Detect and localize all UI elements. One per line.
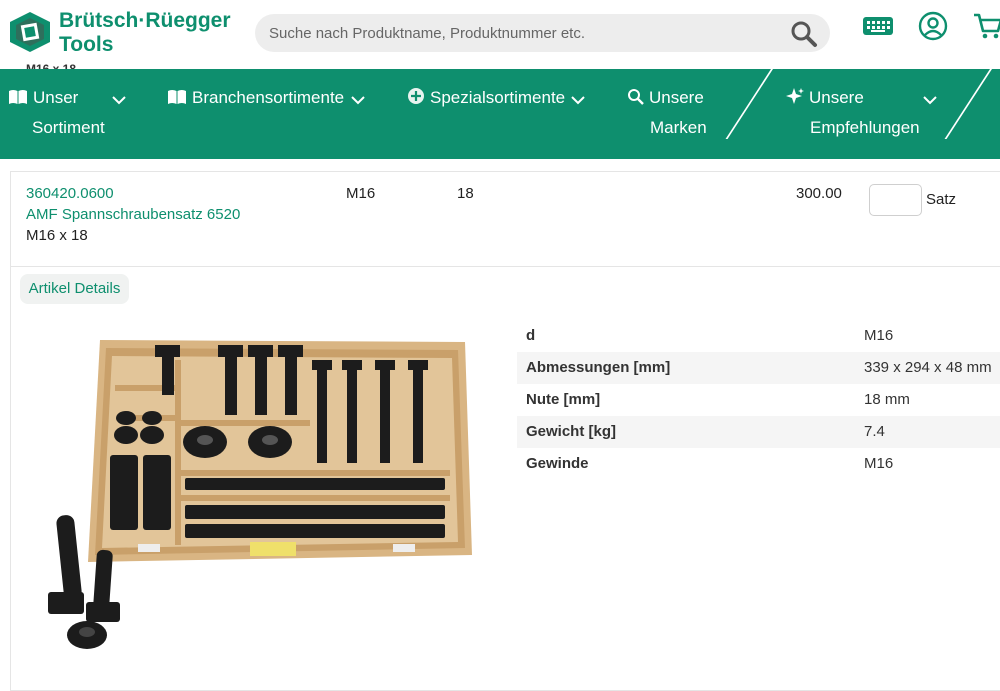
product-name-link[interactable]: AMF Spannschraubensatz 6520 <box>26 206 240 223</box>
product-size: M16 x 18 <box>26 227 88 244</box>
nav-item-sortiment[interactable]: Unser Sortiment <box>8 84 105 142</box>
product-number-link[interactable]: 360420.0600 <box>26 185 114 202</box>
keyboard-icon[interactable] <box>862 14 894 38</box>
nav-label-line1: Spezialsortimente <box>430 88 566 107</box>
nav-label-line1: Unsere <box>649 88 704 107</box>
product-thread: M16 <box>346 185 376 202</box>
spec-value: 339 x 294 x 48 mm <box>864 359 992 376</box>
product-price: 300.00 <box>796 185 842 202</box>
spec-value: 7.4 <box>864 423 885 440</box>
nav-item-marken[interactable]: Unsere Marken <box>627 84 707 142</box>
logo-icon[interactable] <box>8 10 52 54</box>
brand-line-1: Brütsch·Rüegger <box>59 9 231 32</box>
spec-row: Gewinde M16 <box>517 448 1000 480</box>
user-icon[interactable] <box>918 11 948 41</box>
nav-label-line2: Marken <box>650 118 707 137</box>
quantity-input[interactable] <box>869 184 922 216</box>
nav-divider <box>725 69 773 139</box>
spec-key: d <box>526 327 536 344</box>
spec-key: Nute [mm] <box>526 391 601 408</box>
nav-item-branchensortimente[interactable]: Branchensortimente <box>167 84 344 114</box>
search-input[interactable] <box>269 14 769 52</box>
chevron-down-icon[interactable] <box>571 95 585 105</box>
nav-label-line1: Unser <box>33 88 79 107</box>
nav-label-line2: Empfehlungen <box>810 118 920 137</box>
book-icon <box>167 86 187 114</box>
nav-item-empfehlungen[interactable]: Unsere Empfehlungen <box>786 84 920 142</box>
nav-divider <box>944 69 992 139</box>
quantity-unit: Satz <box>926 191 957 208</box>
nav-label-line1: Branchensortimente <box>192 88 345 107</box>
spec-row: d M16 <box>517 320 1000 352</box>
nav-label-line1: Unsere <box>809 88 864 107</box>
chevron-down-icon[interactable] <box>351 95 365 105</box>
nav-item-spezialsortimente[interactable]: Spezialsortimente <box>407 84 565 114</box>
plus-circle-icon <box>407 86 425 114</box>
product-image[interactable] <box>40 330 480 660</box>
brand-line-2: Tools <box>59 33 114 56</box>
spec-key: Abmessungen [mm] <box>526 359 671 376</box>
spec-table: d M16 Abmessungen [mm] 339 x 294 x 48 mm… <box>517 320 1000 480</box>
article-details-tab[interactable]: Artikel Details <box>20 274 129 304</box>
divider <box>10 266 1000 267</box>
spec-key: Gewinde <box>526 455 589 472</box>
spec-value: M16 <box>864 327 894 344</box>
cart-icon[interactable] <box>972 12 1000 40</box>
chevron-down-icon[interactable] <box>923 95 937 105</box>
top-bar: Brütsch·Rüegger Tools M16 x 18 <box>0 0 1000 70</box>
main-navigation: Unser Sortiment Branchensortimente Spezi… <box>0 69 1000 159</box>
spec-row: Abmessungen [mm] 339 x 294 x 48 mm <box>517 352 1000 384</box>
nav-label-line2: Sortiment <box>32 118 105 137</box>
spec-row: Nute [mm] 18 mm <box>517 384 1000 416</box>
search-icon[interactable] <box>790 20 818 48</box>
search-bar <box>255 14 830 52</box>
spec-key: Gewicht [kg] <box>526 423 617 440</box>
brand-name[interactable]: Brütsch·Rüegger Tools <box>59 9 231 57</box>
search-icon <box>627 86 644 114</box>
spec-value: M16 <box>864 455 894 472</box>
spec-row: Gewicht [kg] 7.4 <box>517 416 1000 448</box>
book-icon <box>8 86 28 114</box>
sparkle-icon <box>786 86 804 114</box>
spec-value: 18 mm <box>864 391 910 408</box>
chevron-down-icon[interactable] <box>112 95 126 105</box>
product-groove: 18 <box>457 185 474 202</box>
